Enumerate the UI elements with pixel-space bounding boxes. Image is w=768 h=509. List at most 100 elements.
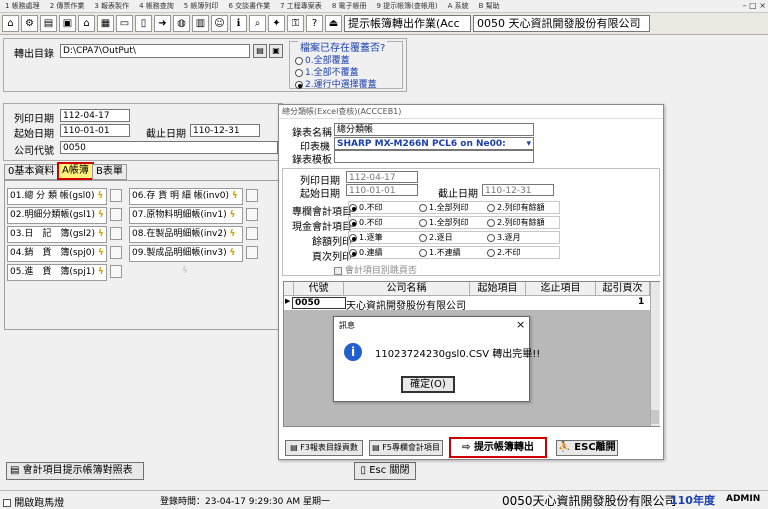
opt-radio[interactable]: 1.全部列印 (419, 202, 487, 213)
document-icon[interactable] (110, 265, 122, 278)
menu-item[interactable]: 9 提示帳簿(查帳用) (372, 0, 443, 13)
folder-icon[interactable]: ▣ (269, 44, 283, 58)
ledger-button[interactable]: 05.進 貨 簿(spj1) ϟ (7, 264, 107, 281)
company-input[interactable]: 0050 (60, 141, 278, 154)
arrow-icon[interactable]: ➜ (154, 15, 171, 32)
opt-radio[interactable]: 0.不印 (349, 202, 419, 213)
menu-item[interactable]: 6 交談書作業 (223, 0, 275, 13)
ledger-button[interactable]: 09.製成品明細帳(inv3) ϟ (129, 245, 243, 262)
house-icon[interactable]: ⌂ (78, 15, 95, 32)
opt-radio[interactable]: 2.不印 (487, 248, 521, 257)
info-icon[interactable]: ℹ (230, 15, 247, 32)
opt-radio[interactable]: 2.逐日 (419, 232, 487, 243)
calendar-icon[interactable]: ▥ (192, 15, 209, 32)
document-icon[interactable] (110, 208, 122, 221)
grid-cell-code[interactable]: 0050 (292, 297, 346, 309)
gear-icon[interactable]: ⚙ (21, 15, 38, 32)
program-combo[interactable]: 提示帳簿轉出作業(Acc (344, 15, 471, 32)
menu-item[interactable]: 8 電子帳冊 (327, 0, 372, 13)
exit-icon[interactable]: ⏏ (325, 15, 342, 32)
user-icon[interactable]: ☺ (211, 15, 228, 32)
status-company: 0050天心資訊開發股份有限公司 (502, 494, 677, 508)
document-icon[interactable] (246, 189, 258, 202)
menu-item[interactable]: 5 帳簿列印 (179, 0, 224, 13)
search-icon[interactable]: ⌕ (249, 15, 266, 32)
opt-radio[interactable]: 1.不連續 (419, 247, 487, 258)
document-icon[interactable] (246, 227, 258, 240)
menu-item[interactable]: 3 報表製作 (89, 0, 134, 13)
chart-icon[interactable]: ▤ (40, 15, 57, 32)
tab-basic[interactable]: 0基本資料 (4, 164, 59, 180)
scrollbar-thumb[interactable] (651, 410, 659, 424)
menu-item[interactable]: A 系統 (443, 0, 474, 13)
f3-button[interactable]: ▤ F3報表目錄頁數 (285, 440, 363, 456)
window-icon[interactable]: ▭ (116, 15, 133, 32)
overwrite-option-2[interactable]: 2.運行中選擇覆蓋 (295, 77, 377, 90)
opt-radio-label: 1.不連續 (429, 248, 461, 257)
help-icon[interactable]: ? (306, 15, 323, 32)
phone-icon[interactable]: ▯ (135, 15, 152, 32)
menu-item[interactable]: 4 帳務查詢 (134, 0, 179, 13)
ledger-button-label: 07.原物料明細帳(inv1) (132, 210, 227, 220)
opt-radio[interactable]: 0.不印 (349, 217, 419, 228)
globe-icon[interactable]: ◍ (173, 15, 190, 32)
ledger-button[interactable]: 03.日 記 簿(gsl2) ϟ (7, 226, 107, 243)
lightning-icon: ϟ (97, 229, 104, 239)
menu-item[interactable]: 2 傳票作業 (45, 0, 90, 13)
dlg-print-date-input[interactable]: 112-04-17 (346, 171, 418, 183)
printer-select[interactable]: SHARP MX-M266N PCL6 on Ne00: ▾ (334, 137, 534, 150)
document-icon[interactable] (246, 208, 258, 221)
skip-page-checkbox[interactable]: 會計項目別跳頁否 (334, 263, 417, 276)
ledger-button[interactable]: 02.明細分類帳(gsl1) ϟ (7, 207, 107, 224)
opt-row: 0.連續 1.不連續 2.不印 (348, 246, 560, 259)
ledger-button[interactable]: 08.在製品明細帳(inv2) ϟ (129, 226, 243, 243)
end-date-input[interactable]: 110-12-31 (190, 124, 260, 137)
export-button[interactable]: ⇨ 提示帳簿轉出 (449, 437, 547, 458)
ledger-button[interactable]: 04.銷 貨 簿(spj0) ϟ (7, 245, 107, 262)
msgbox-message: 11023724230gsl0.CSV 轉出完畢!! (375, 349, 541, 360)
document-icon[interactable] (110, 227, 122, 240)
document-icon[interactable] (110, 189, 122, 202)
grid-scrollbar[interactable] (650, 282, 660, 426)
dlg-start-date-input[interactable]: 110-01-01 (346, 184, 418, 196)
marquee-checkbox[interactable]: 開啟跑馬燈 (3, 494, 64, 509)
ledger-button[interactable]: 06.存 貨 明 細 帳(inv0) ϟ (129, 188, 243, 205)
tab-ledger[interactable]: A帳簿 (57, 162, 94, 180)
tab-forms[interactable]: B表單 (92, 164, 127, 180)
folder-icon[interactable]: ▣ (59, 15, 76, 32)
opt-radio[interactable]: 2.列印有餘額 (487, 203, 545, 212)
key-icon[interactable]: ⚿ (287, 15, 304, 32)
menu-item[interactable]: B 幫助 (474, 0, 505, 13)
esc-button[interactable]: ⛹ ESC離開 (556, 440, 618, 456)
star-icon[interactable]: ✦ (268, 15, 285, 32)
opt-radio[interactable]: 1.全部列印 (419, 217, 487, 228)
print-date-input[interactable]: 112-04-17 (60, 109, 130, 122)
opt-radio[interactable]: 1.逐筆 (349, 232, 419, 243)
grid-icon[interactable]: ▦ (97, 15, 114, 32)
f5-button[interactable]: ▤ F5專欄會計項目 (369, 440, 443, 456)
close-button[interactable]: ▯ Esc 關閉 (354, 462, 416, 480)
browse-icon[interactable]: ▤ (253, 44, 267, 58)
ledger-button-label: 08.在製品明細帳(inv2) (132, 229, 227, 239)
mapping-button[interactable]: ▤ 會計項目提示帳簿對照表 (6, 462, 144, 480)
template-input[interactable] (334, 150, 534, 163)
ledger-button[interactable]: 01.總 分 類 帳(gsl0) ϟ (7, 188, 107, 205)
opt-radio[interactable]: 0.連續 (349, 247, 419, 258)
dlg-end-date-input[interactable]: 110-12-31 (482, 184, 554, 196)
document-icon[interactable] (246, 246, 258, 259)
opt-radio[interactable]: 3.逐月 (487, 233, 521, 242)
window-controls[interactable]: – □ × (743, 1, 766, 10)
ok-button[interactable]: 確定(O) (401, 376, 455, 393)
menu-item[interactable]: 1 帳務處理 (0, 0, 45, 13)
menu-item[interactable]: 7 工程專案表 (275, 0, 327, 13)
ledger-button-label: 09.製成品明細帳(inv3) (132, 248, 227, 258)
company-combo[interactable]: 0050 天心資訊開發股份有限公司 (473, 15, 650, 32)
opt-radio[interactable]: 2.列印有餘額 (487, 218, 545, 227)
start-date-input[interactable]: 110-01-01 (60, 124, 130, 137)
report-name-input[interactable]: 總分類帳 (334, 123, 534, 136)
home-icon[interactable]: ⌂ (2, 15, 19, 32)
close-icon[interactable]: × (516, 318, 525, 331)
dir-input[interactable]: D:\CPA7\OutPut\ (60, 44, 250, 58)
ledger-button[interactable]: 07.原物料明細帳(inv1) ϟ (129, 207, 243, 224)
document-icon[interactable] (110, 246, 122, 259)
